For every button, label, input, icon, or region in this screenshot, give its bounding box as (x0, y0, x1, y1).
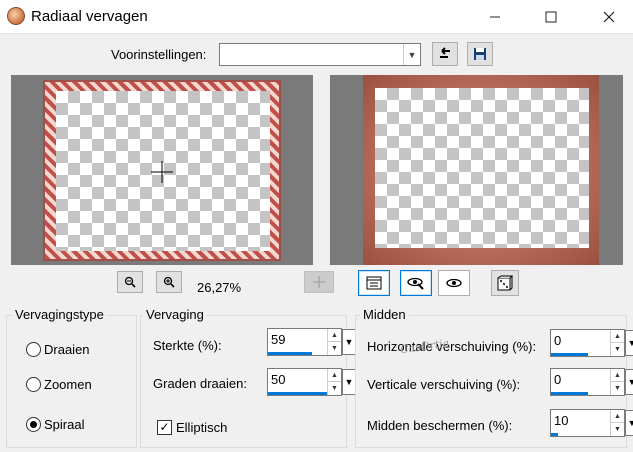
spin-up-icon[interactable]: ▲ (328, 369, 341, 382)
minimize-icon (490, 16, 500, 18)
hshift-spinner[interactable]: 0 ▲ ▼ ▼ (550, 329, 633, 357)
spin-down-icon[interactable]: ▼ (611, 423, 624, 436)
vshift-slider-bar[interactable] (551, 392, 588, 395)
zoom-level: 26,27% (197, 280, 242, 295)
chevron-down-icon: ▼ (403, 44, 420, 65)
protect-value[interactable]: 10 (554, 413, 568, 428)
app-icon (7, 7, 25, 25)
window-title: Radiaal vervagen (31, 8, 148, 25)
zoom-in-icon (163, 276, 175, 288)
randomize-button[interactable] (491, 270, 519, 296)
rotate-spin-arrows[interactable]: ▲ ▼ (327, 369, 341, 395)
vshift-spin-arrows[interactable]: ▲ ▼ (610, 369, 624, 395)
zoom-out-icon (124, 276, 136, 288)
strength-spin-arrows[interactable]: ▲ ▼ (327, 329, 341, 355)
presets-label: Voorinstellingen: (111, 47, 207, 62)
spin-up-icon[interactable]: ▲ (611, 330, 624, 343)
minimize-button[interactable] (472, 0, 518, 34)
strength-label: Sterkte (%): (153, 338, 222, 353)
hshift-label: Horizontale verschuiving (%): (367, 339, 537, 354)
close-icon (603, 11, 615, 23)
rotate-label: Graden draaien: (153, 376, 247, 391)
maximize-button[interactable] (528, 0, 574, 34)
protect-slider-bar[interactable] (551, 433, 558, 436)
pan-button[interactable] (304, 271, 334, 293)
dice-icon (497, 275, 513, 291)
presets-dropdown[interactable]: ▼ (219, 43, 421, 66)
hshift-slider-bar[interactable] (551, 353, 588, 356)
list-window-icon (366, 276, 382, 290)
vshift-spinner[interactable]: 0 ▲ ▼ ▼ (550, 368, 633, 396)
zoom-in-button[interactable] (156, 271, 182, 293)
radio-draaien-label[interactable]: Draaien (44, 342, 90, 357)
chevron-down-icon[interactable]: ▼ (625, 369, 633, 395)
elliptical-label[interactable]: Elliptisch (176, 420, 227, 435)
chevron-down-icon[interactable]: ▼ (625, 410, 633, 436)
radio-draaien[interactable] (26, 342, 41, 357)
maximize-icon (545, 11, 557, 23)
vshift-label: Verticale verschuiving (%): (367, 377, 521, 392)
spin-down-icon[interactable]: ▼ (328, 382, 341, 395)
chevron-down-icon[interactable]: ▼ (625, 330, 633, 356)
save-icon (474, 48, 486, 60)
strength-spinner[interactable]: 59 ▲ ▼ ▼ (267, 328, 356, 356)
chevron-down-icon[interactable]: ▼ (342, 329, 356, 355)
proof-toggle[interactable] (358, 270, 390, 296)
show-preview-toggle[interactable] (438, 270, 470, 296)
hshift-value[interactable]: 0 (554, 333, 561, 348)
rotate-value[interactable]: 50 (271, 372, 285, 387)
reset-arrow-icon (440, 47, 450, 58)
center-title: Midden (360, 307, 409, 322)
strength-slider-bar[interactable] (268, 352, 312, 355)
blur-title: Vervaging (143, 307, 207, 322)
spin-down-icon[interactable]: ▼ (328, 342, 341, 355)
protect-spinner[interactable]: 10 ▲ ▼ ▼ (550, 409, 633, 437)
reset-preset-button[interactable] (432, 42, 458, 66)
radio-zoomen[interactable] (26, 377, 41, 392)
show-original-toggle[interactable] (400, 270, 432, 296)
spin-down-icon[interactable]: ▼ (611, 343, 624, 356)
chevron-down-icon[interactable]: ▼ (342, 369, 356, 395)
spin-down-icon[interactable]: ▼ (611, 382, 624, 395)
vshift-value[interactable]: 0 (554, 372, 561, 387)
strength-value[interactable]: 59 (271, 332, 285, 347)
move-icon (313, 276, 325, 288)
spin-up-icon[interactable]: ▲ (611, 410, 624, 423)
close-button[interactable] (586, 0, 632, 34)
eye-arrow-icon (407, 277, 424, 290)
radio-spiraal-label[interactable]: Spiraal (44, 417, 84, 432)
radio-zoomen-label[interactable]: Zoomen (44, 377, 92, 392)
spin-up-icon[interactable]: ▲ (611, 369, 624, 382)
elliptical-checkbox[interactable]: ✓ (157, 420, 172, 435)
fade-type-title: Vervagingstype (12, 307, 107, 322)
eye-icon (446, 278, 462, 288)
hshift-spin-arrows[interactable]: ▲ ▼ (610, 330, 624, 356)
save-preset-button[interactable] (467, 42, 493, 66)
spin-up-icon[interactable]: ▲ (328, 329, 341, 342)
crosshair-icon (151, 161, 173, 183)
zoom-out-button[interactable] (117, 271, 143, 293)
radio-spiraal[interactable] (26, 417, 41, 432)
result-preview-image (375, 88, 589, 248)
rotate-slider-bar[interactable] (268, 392, 327, 395)
protect-spin-arrows[interactable]: ▲ ▼ (610, 410, 624, 436)
protect-label: Midden beschermen (%): (367, 418, 513, 433)
rotate-spinner[interactable]: 50 ▲ ▼ ▼ (267, 368, 356, 396)
